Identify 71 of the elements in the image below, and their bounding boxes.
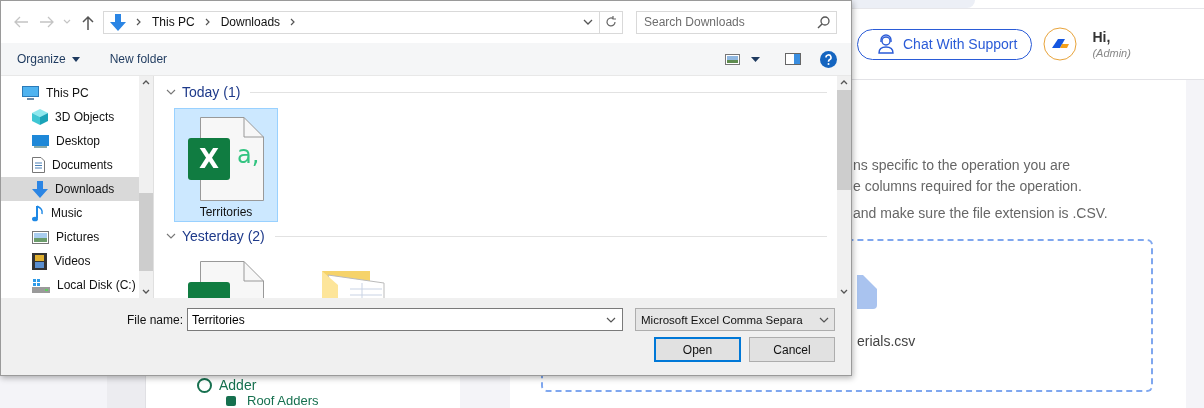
view-icon[interactable] bbox=[725, 53, 740, 65]
user-role: (Admin) bbox=[1092, 47, 1131, 59]
chat-support-button[interactable]: Chat With Support bbox=[857, 28, 1033, 60]
file-name-field[interactable]: Territories bbox=[187, 308, 623, 331]
file-name: erials.csv bbox=[857, 333, 916, 349]
file-type-dropdown[interactable]: Microsoft Excel Comma Separa bbox=[635, 308, 835, 331]
search-field[interactable]: Search Downloads bbox=[636, 10, 837, 34]
open-button[interactable]: Open bbox=[654, 337, 741, 362]
chevron-down-icon[interactable] bbox=[166, 231, 176, 241]
nav-item[interactable]: Local Disk (C:) bbox=[1, 273, 139, 297]
scrollbar[interactable] bbox=[837, 76, 851, 298]
circle-icon bbox=[197, 378, 212, 393]
drive-icon bbox=[32, 277, 50, 293]
file-icon bbox=[857, 275, 877, 309]
preview-pane-icon[interactable] bbox=[785, 53, 801, 65]
sidebar-section[interactable]: Adder bbox=[219, 378, 257, 393]
refresh-icon bbox=[605, 16, 617, 28]
breadcrumb-item[interactable]: Downloads bbox=[220, 15, 281, 29]
instruction-text: and make sure the file extension is .CSV. bbox=[853, 206, 1109, 221]
download-arrow-icon bbox=[32, 180, 48, 198]
group-header[interactable]: Today (1) bbox=[182, 84, 241, 100]
sidebar-item[interactable]: Roof Adders bbox=[247, 394, 319, 408]
headset-person-icon bbox=[876, 34, 896, 54]
dropdown-caret-icon bbox=[819, 316, 829, 323]
file-tile[interactable]: X a, Territories bbox=[174, 108, 278, 222]
monitor-icon bbox=[32, 134, 49, 148]
breadcrumb-item[interactable]: This PC bbox=[152, 15, 195, 29]
cancel-button[interactable]: Cancel bbox=[749, 337, 835, 362]
greeting: Hi, bbox=[1092, 29, 1112, 45]
new-folder-button[interactable]: New folder bbox=[101, 49, 176, 69]
chevron-icon bbox=[136, 18, 142, 26]
help-icon[interactable] bbox=[820, 50, 837, 68]
address-bar[interactable]: This PC Downloads bbox=[103, 10, 623, 34]
up-chevron-icon bbox=[142, 80, 150, 85]
dropdown-caret-icon bbox=[606, 317, 616, 323]
document-icon bbox=[32, 157, 45, 173]
logo-avatar[interactable] bbox=[1043, 27, 1078, 61]
up-arrow-icon[interactable] bbox=[81, 14, 95, 30]
organize-menu[interactable]: Organize bbox=[9, 49, 88, 69]
instruction-text: e columns required for the operation. bbox=[853, 179, 1083, 194]
film-icon bbox=[32, 252, 47, 270]
file-name-label: File name: bbox=[126, 312, 183, 327]
picture-icon bbox=[32, 230, 49, 244]
nav-item[interactable]: Desktop bbox=[1, 129, 139, 153]
caret-icon[interactable] bbox=[751, 56, 760, 62]
file-name: Territories bbox=[199, 205, 253, 219]
download-arrow-icon bbox=[110, 13, 126, 31]
monitor-icon bbox=[22, 85, 39, 101]
dropdown-caret-icon[interactable] bbox=[583, 19, 593, 25]
nav-item[interactable]: 3D Objects bbox=[1, 105, 139, 129]
chevron-icon bbox=[290, 18, 297, 26]
down-chevron-icon bbox=[142, 289, 150, 294]
nav-item[interactable]: Music bbox=[1, 201, 139, 225]
up-chevron-icon bbox=[840, 80, 848, 85]
chevron-icon bbox=[204, 18, 211, 26]
nav-item[interactable]: This PC bbox=[1, 81, 139, 105]
group-header[interactable]: Yesterday (2) bbox=[182, 228, 265, 244]
scrollbar[interactable] bbox=[139, 76, 153, 298]
nav-item[interactable]: Downloads bbox=[1, 177, 139, 201]
down-chevron-icon bbox=[840, 289, 848, 294]
bullet-icon bbox=[226, 396, 236, 406]
nav-item[interactable]: Documents bbox=[1, 153, 139, 177]
cube-icon bbox=[32, 109, 48, 125]
folder-icon bbox=[322, 269, 386, 298]
caret-icon bbox=[71, 56, 80, 62]
music-note-icon bbox=[32, 204, 44, 222]
instruction-text: ns specific to the operation you are bbox=[853, 158, 1072, 173]
chevron-down-icon[interactable] bbox=[166, 87, 176, 97]
search-icon bbox=[817, 15, 830, 29]
nav-item[interactable]: Pictures bbox=[1, 225, 139, 249]
nav-item[interactable]: Videos bbox=[1, 249, 139, 273]
